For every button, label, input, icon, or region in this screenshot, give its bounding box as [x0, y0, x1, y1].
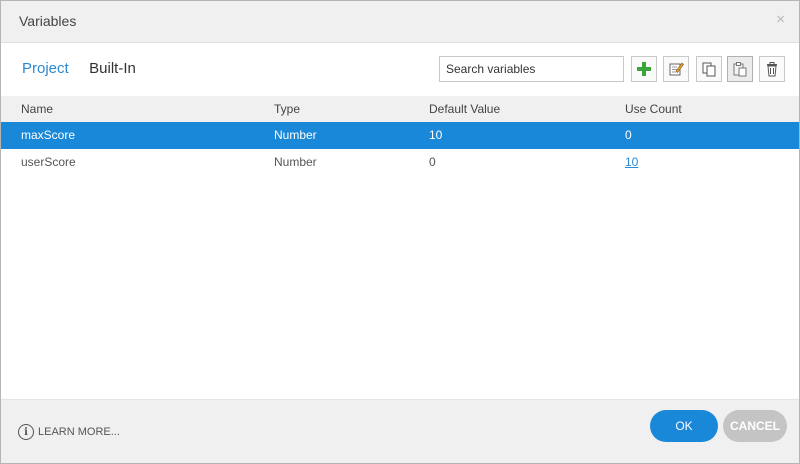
learn-more-label: LEARN MORE... — [38, 426, 120, 438]
variable-type: Number — [274, 155, 317, 169]
variable-tabs: Project Built-In — [22, 60, 152, 80]
cancel-button[interactable]: CANCEL — [723, 410, 787, 442]
tab-built-in[interactable]: Built-In — [89, 60, 136, 77]
column-header-name[interactable]: Name — [21, 96, 53, 122]
variable-default-value: 0 — [429, 155, 436, 169]
table-row[interactable]: maxScore Number 10 0 — [1, 122, 799, 149]
variable-use-count-link[interactable]: 10 — [625, 149, 638, 176]
add-variable-button[interactable] — [631, 56, 657, 82]
paste-icon — [733, 62, 747, 77]
tab-project[interactable]: Project — [22, 60, 69, 77]
delete-icon — [767, 62, 777, 77]
variable-name: maxScore — [21, 128, 76, 142]
table-header: Name Type Default Value Use Count — [1, 96, 799, 122]
copy-variable-button[interactable] — [696, 56, 722, 82]
variable-default-value: 10 — [429, 128, 443, 142]
edit-variable-button[interactable] — [663, 56, 689, 82]
info-icon: i — [18, 424, 34, 440]
title-bar: Variables × — [1, 1, 799, 43]
ok-button[interactable]: OK — [650, 410, 718, 442]
edit-icon — [669, 62, 684, 76]
column-header-use-count[interactable]: Use Count — [625, 96, 682, 122]
learn-more-link[interactable]: i LEARN MORE... — [18, 424, 120, 440]
copy-icon — [702, 62, 716, 77]
delete-variable-button[interactable] — [759, 56, 785, 82]
variable-use-count: 0 — [625, 128, 632, 142]
paste-variable-button[interactable] — [727, 56, 753, 82]
search-input[interactable] — [439, 56, 624, 82]
variable-name: userScore — [21, 155, 76, 169]
close-icon[interactable]: × — [776, 12, 785, 28]
dialog-footer: i LEARN MORE... OK CANCEL — [1, 399, 799, 463]
dialog-title: Variables — [19, 13, 77, 29]
column-header-default-value[interactable]: Default Value — [429, 96, 500, 122]
table-row[interactable]: userScore Number 0 10 — [1, 149, 799, 176]
variable-type: Number — [274, 128, 317, 142]
add-icon — [637, 62, 651, 76]
variables-dialog: Variables × Project Built-In Search vari… — [0, 0, 800, 464]
column-header-type[interactable]: Type — [274, 96, 300, 122]
